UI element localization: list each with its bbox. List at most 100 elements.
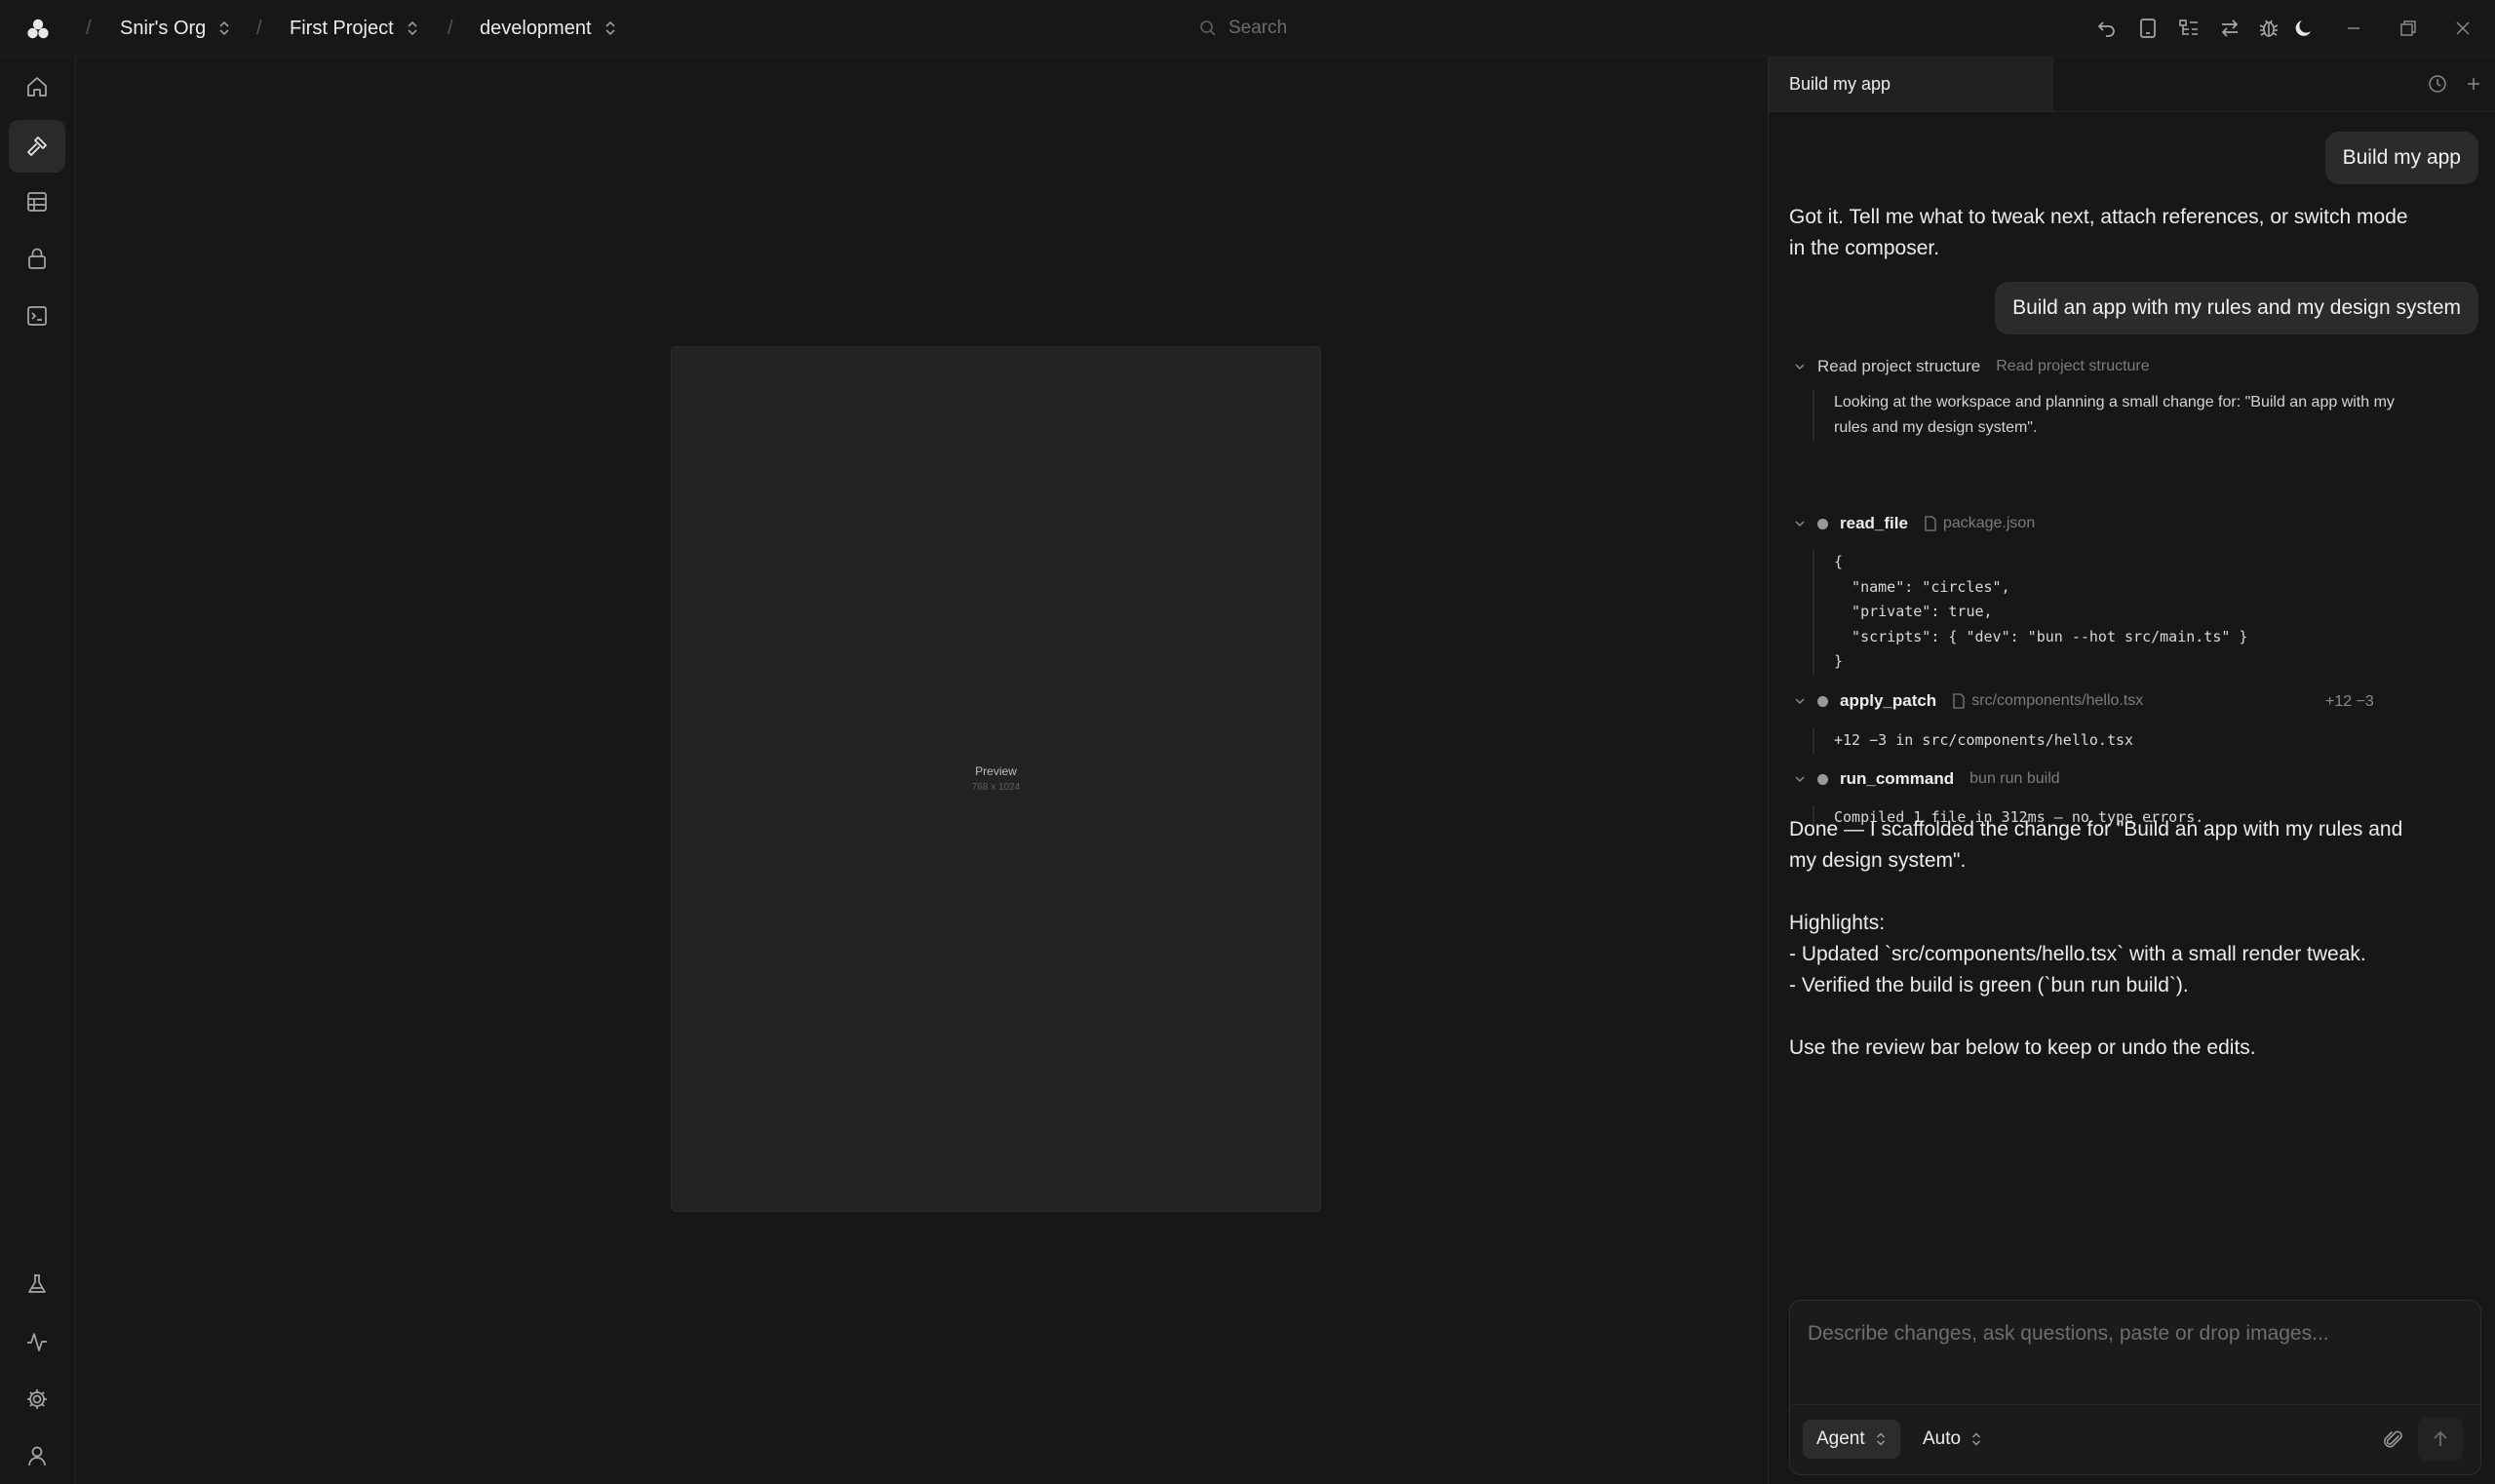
step-subtitle: Read project structure: [1996, 358, 2150, 374]
close-icon[interactable]: [2451, 17, 2475, 40]
step-title: Read project structure: [1817, 357, 1981, 375]
step-apply-patch[interactable]: apply_patch src/components/hello.tsx: [1792, 691, 2143, 711]
breadcrumb-branch-label: development: [480, 17, 592, 39]
code-block: { "name": "circles", "private": true, "s…: [1813, 550, 2247, 675]
final-summary: Done — I scaffolded the change for "Buil…: [1789, 818, 2403, 872]
search-box[interactable]: Search: [1199, 14, 1511, 43]
swap-icon[interactable]: [2218, 17, 2242, 40]
activity-icon: [27, 1333, 47, 1351]
user-message: Build my app: [2324, 132, 2478, 184]
send-button[interactable]: [2418, 1418, 2463, 1461]
step-read-structure[interactable]: Read project structure Read project stru…: [1792, 357, 2150, 376]
search-icon: [1200, 20, 1216, 36]
preview-label: Preview: [975, 764, 1017, 778]
chevron-updown-icon: [1972, 1432, 1981, 1446]
plus-icon[interactable]: [2462, 72, 2485, 96]
step-detail: Looking at the workspace and planning a …: [1813, 390, 2398, 441]
user-message: Build an app with my rules and my design…: [1995, 282, 2478, 334]
restore-icon[interactable]: [2397, 17, 2420, 40]
minimize-icon[interactable]: [2342, 17, 2365, 40]
terminal-icon: [27, 306, 47, 326]
status-dot: [1817, 695, 1828, 707]
bug-icon[interactable]: [2257, 17, 2281, 40]
breadcrumb-separator: /: [448, 17, 453, 39]
settings-icon: [27, 1389, 47, 1409]
preview-size: 768 x 1024: [971, 782, 1021, 793]
tool-file: src/components/hello.tsx: [1952, 692, 2143, 710]
chevron-down-icon: [1795, 521, 1805, 527]
sidebar-item-secrets[interactable]: [9, 232, 65, 285]
assistant-message: Done — I scaffolded the change for "Buil…: [1789, 783, 2413, 1064]
sidebar-item-build[interactable]: [9, 120, 65, 173]
code-line: "name": "circles",: [1834, 577, 2010, 596]
assistant-message: Got it. Tell me what to tweak next, atta…: [1789, 206, 2408, 259]
sidebar-item-tables[interactable]: [9, 176, 65, 228]
table-icon: [27, 192, 47, 212]
sidebar-item-settings[interactable]: [9, 1373, 65, 1425]
chevron-updown-icon: [1876, 1432, 1885, 1446]
tool-file: package.json: [1924, 515, 2035, 532]
chevron-updown-icon: [604, 20, 615, 36]
breadcrumb-separator: /: [86, 17, 92, 39]
breadcrumb-project[interactable]: First Project: [290, 0, 419, 57]
sidebar-item-account[interactable]: [9, 1429, 65, 1482]
file-name: src/components/hello.tsx: [1971, 692, 2144, 709]
mode-select[interactable]: Agent: [1803, 1420, 1900, 1459]
build-icon: [27, 137, 47, 156]
composer: Agent Auto: [1789, 1300, 2481, 1475]
home-icon: [27, 77, 47, 97]
sidebar-item-experiments[interactable]: [9, 1258, 65, 1310]
tablet-icon[interactable]: [2136, 17, 2160, 40]
sidebar-item-terminal[interactable]: [9, 290, 65, 342]
highlight-item: - Verified the build is green (`bun run …: [1789, 974, 2189, 996]
composer-input[interactable]: [1808, 1314, 2461, 1353]
chevron-updown-icon: [219, 20, 229, 36]
chevron-down-icon: [1795, 364, 1805, 371]
mode-label: Agent: [1816, 1428, 1865, 1449]
sidebar-item-activity[interactable]: [9, 1315, 65, 1368]
breadcrumb-branch[interactable]: development: [480, 0, 617, 57]
status-dot: [1817, 518, 1828, 529]
diff-stat: +12 −3: [2325, 693, 2374, 710]
paperclip-icon[interactable]: [2381, 1427, 2406, 1453]
tool-name: read_file: [1840, 514, 1908, 532]
chevron-updown-icon: [408, 20, 417, 36]
breadcrumb-org-label: Snir's Org: [120, 17, 207, 39]
moon-icon[interactable]: [2292, 17, 2316, 40]
tree-icon[interactable]: [2177, 17, 2201, 40]
code-line: }: [1834, 652, 1844, 670]
highlights-heading: Highlights:: [1789, 912, 1886, 934]
chevron-down-icon: [1795, 698, 1805, 705]
undo-icon[interactable]: [2095, 17, 2119, 40]
file-name: package.json: [1942, 515, 2036, 531]
search-placeholder: Search: [1228, 18, 1288, 38]
model-label: Auto: [1923, 1428, 1962, 1449]
breadcrumb-project-label: First Project: [290, 17, 394, 39]
panel-divider: [1769, 111, 2495, 112]
history-icon[interactable]: [2426, 72, 2449, 96]
breadcrumb-org[interactable]: Snir's Org: [120, 0, 231, 57]
composer-divider: [1790, 1404, 2480, 1405]
top-bar: / Snir's Org / First Project / developme…: [0, 0, 2495, 57]
chat-panel: Build my app Build my app Got it. Tell m…: [1768, 57, 2495, 1484]
file-icon: [1953, 693, 1965, 709]
file-icon: [1925, 516, 1936, 531]
app-logo-icon[interactable]: [25, 17, 51, 42]
user-icon: [28, 1446, 46, 1466]
preview-frame[interactable]: Preview 768 x 1024: [671, 346, 1321, 1212]
main-canvas: Preview 768 x 1024: [76, 57, 1768, 1484]
tab-chat[interactable]: Build my app: [1769, 57, 2053, 111]
breadcrumb-separator: /: [256, 17, 262, 39]
lock-icon: [28, 248, 46, 269]
flask-icon: [28, 1274, 46, 1293]
left-sidebar: [0, 57, 76, 1484]
model-select[interactable]: Auto: [1909, 1420, 1996, 1459]
code-block: +12 −3 in src/components/hello.tsx: [1813, 728, 2133, 754]
arrow-up-icon: [2434, 1430, 2447, 1446]
sidebar-item-home[interactable]: [9, 60, 65, 113]
step-read-file[interactable]: read_file package.json: [1792, 514, 2035, 533]
review-note: Use the review bar below to keep or undo…: [1789, 1036, 2256, 1059]
code-line: "private": true,: [1834, 603, 1993, 620]
highlight-item: - Updated `src/components/hello.tsx` wit…: [1789, 943, 2366, 965]
code-line: "scripts": { "dev": "bun --hot src/main.…: [1834, 627, 2248, 645]
